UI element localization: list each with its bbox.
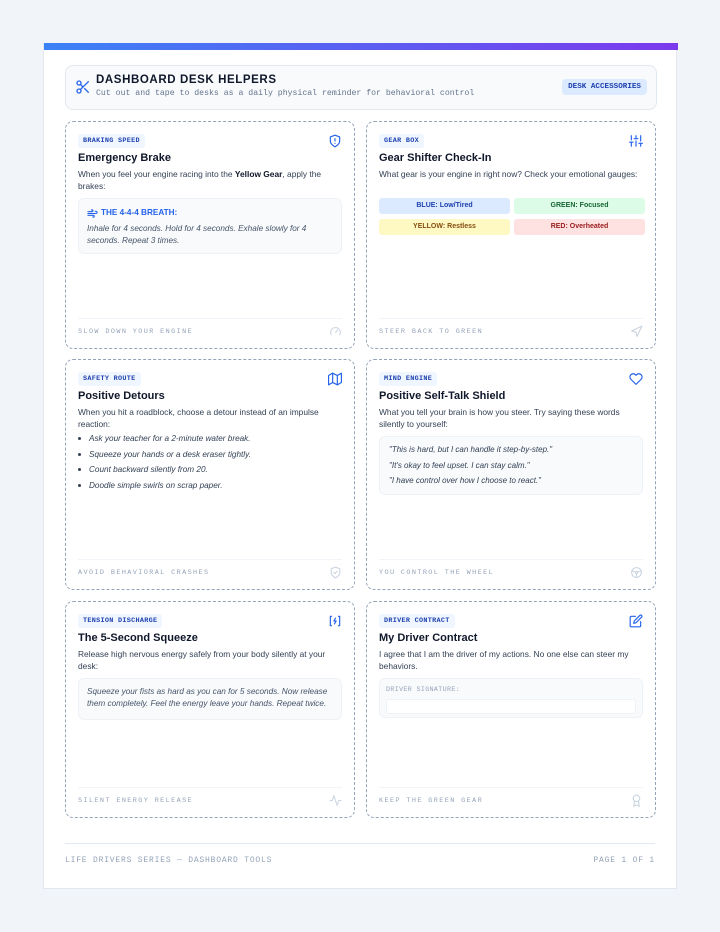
activity-icon xyxy=(329,794,342,807)
signature-field[interactable] xyxy=(386,699,636,714)
card-footer: KEEP THE GREEN GEAR xyxy=(379,787,643,817)
card-title: Emergency Brake xyxy=(78,152,171,164)
award-icon xyxy=(630,794,643,807)
card-driver-contract: DRIVER CONTRACT My Driver Contract I agr… xyxy=(366,601,656,818)
card-footer: AVOID BEHAVIORAL CRASHES xyxy=(78,559,342,589)
card-footer: SILENT ENERGY RELEASE xyxy=(78,787,342,817)
card-badge: TENSION DISCHARGE xyxy=(78,614,163,628)
shield-check-icon xyxy=(329,566,342,579)
card-description: When you hit a roadblock, choose a detou… xyxy=(78,407,319,429)
card-title: The 5-Second Squeeze xyxy=(78,632,198,644)
instruction-text: Squeeze your fists as hard as you can fo… xyxy=(87,687,328,708)
desc-highlight: Yellow Gear xyxy=(234,169,283,179)
card-badge: GEAR BOX xyxy=(379,134,425,148)
accent-bar xyxy=(44,43,678,50)
map-icon xyxy=(328,372,342,386)
card-title: Gear Shifter Check-In xyxy=(379,152,492,164)
breathing-box: THE 4-4-4 BREATH: Inhale for 4 seconds. … xyxy=(78,198,342,254)
category-badge: DESK ACCESSORIES xyxy=(562,79,647,95)
quote-line: "This is hard, but I can handle it step-… xyxy=(389,445,553,454)
card-description: What gear is your engine in right now? C… xyxy=(379,169,638,179)
card-self-talk-shield: MIND ENGINE Positive Self-Talk Shield Wh… xyxy=(366,359,656,590)
footer-text: SILENT ENERGY RELEASE xyxy=(78,797,194,805)
gauge-red[interactable]: RED: Overheated xyxy=(514,219,645,235)
card-badge: DRIVER CONTRACT xyxy=(379,614,455,628)
footer-text: SLOW DOWN YOUR ENGINE xyxy=(78,328,194,336)
scissors-icon xyxy=(75,79,91,95)
quote-box: "This is hard, but I can handle it step-… xyxy=(379,436,643,495)
signature-box: DRIVER SIGNATURE: xyxy=(379,678,643,718)
quote-line: "I have control over how I choose to rea… xyxy=(389,476,541,485)
header-banner: DASHBOARD DESK HELPERS Cut out and tape … xyxy=(65,65,657,110)
list-item: Doodle simple swirls on scrap paper. xyxy=(78,481,251,497)
page-footer: LIFE DRIVERS SERIES — DASHBOARD TOOLS PA… xyxy=(65,843,655,877)
card-badge: MIND ENGINE xyxy=(379,372,438,386)
card-gear-shifter: GEAR BOX Gear Shifter Check-In What gear… xyxy=(366,121,656,349)
sliders-icon xyxy=(629,134,643,148)
card-emergency-brake: BRAKING SPEED Emergency Brake When you f… xyxy=(65,121,355,349)
footer-text: YOU CONTROL THE WHEEL xyxy=(379,569,495,577)
card-footer: YOU CONTROL THE WHEEL xyxy=(379,559,643,589)
card-title: Positive Self-Talk Shield xyxy=(379,390,506,402)
card-footer: SLOW DOWN YOUR ENGINE xyxy=(78,318,342,348)
series-label: LIFE DRIVERS SERIES — DASHBOARD TOOLS xyxy=(65,856,273,865)
card-title: Positive Detours xyxy=(78,390,165,402)
card-description: I agree that I am the driver of my actio… xyxy=(379,649,629,671)
card-badge: SAFETY ROUTE xyxy=(78,372,141,386)
card-badge: BRAKING SPEED xyxy=(78,134,145,148)
list-item: Count backward silently from 20. xyxy=(78,465,251,481)
card-description: When you feel your engine racing into th… xyxy=(78,169,344,192)
signature-label: DRIVER SIGNATURE: xyxy=(386,686,461,693)
code-brackets-icon xyxy=(328,614,342,628)
card-description: What you tell your brain is how you stee… xyxy=(379,407,620,429)
card-five-second-squeeze: TENSION DISCHARGE The 5-Second Squeeze R… xyxy=(65,601,355,818)
gauge-green[interactable]: GREEN: Focused xyxy=(514,198,645,214)
footer-text: KEEP THE GREEN GEAR xyxy=(379,797,484,805)
page-number: PAGE 1 OF 1 xyxy=(593,856,655,865)
desc-text: When you feel your engine racing into th… xyxy=(78,169,235,179)
shield-icon xyxy=(328,134,342,148)
card-footer: STEER BACK TO GREEN xyxy=(379,318,643,348)
card-positive-detours: SAFETY ROUTE Positive Detours When you h… xyxy=(65,359,355,590)
edit-icon xyxy=(629,614,643,628)
card-title: My Driver Contract xyxy=(379,632,478,644)
wind-icon xyxy=(87,208,98,219)
heart-icon xyxy=(629,372,643,386)
list-item: Squeeze your hands or a desk eraser tigh… xyxy=(78,450,251,466)
steering-wheel-icon xyxy=(630,566,643,579)
gauge-yellow[interactable]: YELLOW: Restless xyxy=(379,219,510,235)
quote-line: "It's okay to feel upset. I can stay cal… xyxy=(389,461,530,470)
footer-text: AVOID BEHAVIORAL CRASHES xyxy=(78,569,210,577)
gauge-icon xyxy=(329,325,342,338)
navigation-icon xyxy=(630,325,643,338)
footer-text: STEER BACK TO GREEN xyxy=(379,328,484,336)
page-subtitle: Cut out and tape to desks as a daily phy… xyxy=(96,89,475,98)
page-title: DASHBOARD DESK HELPERS xyxy=(96,74,277,86)
detour-list: Ask your teacher for a 2-minute water br… xyxy=(78,434,251,497)
breathing-title: THE 4-4-4 BREATH: xyxy=(101,208,178,217)
list-item: Ask your teacher for a 2-minute water br… xyxy=(78,434,251,450)
breathing-text: Inhale for 4 seconds. Hold for 4 seconds… xyxy=(87,224,307,245)
card-description: Release high nervous energy safely from … xyxy=(78,649,326,671)
worksheet-page: DASHBOARD DESK HELPERS Cut out and tape … xyxy=(43,43,678,889)
squeeze-instructions: Squeeze your fists as hard as you can fo… xyxy=(78,678,342,720)
gauge-blue[interactable]: BLUE: Low/Tired xyxy=(379,198,510,214)
